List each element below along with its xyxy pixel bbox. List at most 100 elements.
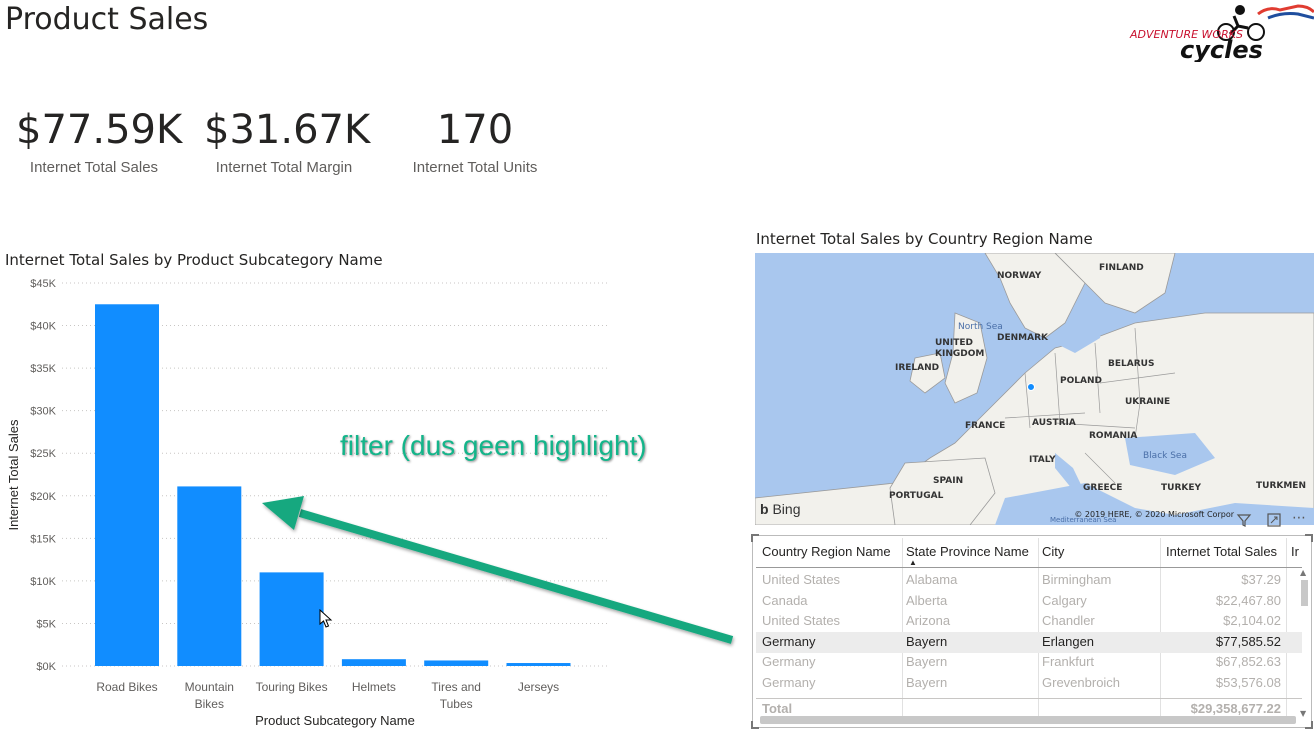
focus-mode-icon[interactable] <box>1266 512 1282 532</box>
table-cell-state: Bayern <box>906 654 948 670</box>
resize-handle[interactable] <box>1305 534 1313 542</box>
column-header-internet-total-sales[interactable]: Internet Total Sales <box>1166 544 1282 559</box>
more-options-icon[interactable]: ⋯ <box>1292 510 1306 526</box>
bar[interactable] <box>177 486 242 666</box>
y-tick-label: $5K <box>36 618 56 630</box>
scroll-down-icon[interactable]: ▼ <box>1300 709 1306 718</box>
table-cell-city: Calgary <box>1042 592 1087 608</box>
x-tick-label: Tubes <box>440 697 473 711</box>
table-cell-state: Bayern <box>906 633 948 649</box>
bar-chart[interactable]: $0K $5K $10K $15K $20K $25K $30K $35K $40K $45K Ro… <box>0 270 620 730</box>
table-horizontal-scrollbar[interactable] <box>760 716 1296 724</box>
total-sales: $29,358,677.22 <box>1190 701 1281 716</box>
sort-ascending-icon: ▲ <box>909 558 917 567</box>
table-row[interactable]: Canada Alberta Calgary $22,467.80 <box>756 591 1302 612</box>
map-label-norway: NORWAY <box>997 271 1042 281</box>
table-total-row: Total $29,358,677.22 <box>756 698 1302 718</box>
table-cell-sales: $22,467.80 <box>1215 592 1281 608</box>
map-visual[interactable]: NORWAY FINLAND DENMARK UNITED KINGDOM IR… <box>755 253 1314 525</box>
map-label-ukraine: UKRAINE <box>1125 397 1171 407</box>
x-tick-label: Bikes <box>195 697 224 711</box>
table-vertical-scrollbar[interactable]: ▲ ▼ <box>1300 568 1310 718</box>
table-cell-state: Bayern <box>906 675 948 690</box>
table-cell-sales: $67,852.63 <box>1215 654 1281 670</box>
map-label-poland: POLAND <box>1060 376 1102 386</box>
kpi-label: Internet Total Sales <box>29 159 159 176</box>
x-tick-label: Touring Bikes <box>256 680 328 694</box>
table-cell-city: Grevenbroich <box>1042 675 1121 690</box>
y-tick-label: $45K <box>30 278 56 290</box>
resize-handle[interactable] <box>1305 721 1313 729</box>
y-axis-title: Internet Total Sales <box>6 419 21 531</box>
map-label-belarus: BELARUS <box>1108 359 1155 369</box>
bing-label: Bing <box>772 501 801 517</box>
table-cell-sales: $2,104.02 <box>1223 613 1281 629</box>
total-label: Total <box>762 701 793 716</box>
scrollbar-thumb[interactable] <box>1301 580 1308 606</box>
y-tick-label: $20K <box>30 491 56 503</box>
table-row[interactable]: United States Alabama Birmingham $37.29 <box>756 570 1302 591</box>
table-row[interactable]: Germany Bayern Erlangen $77,585.52 <box>756 631 1302 653</box>
kpi-label: Internet Total Margin <box>215 159 353 176</box>
x-tick-label: Tires and <box>431 680 481 694</box>
logo-text-line2: cycles <box>1180 36 1263 62</box>
table-cell-country: United States <box>762 613 841 629</box>
bar[interactable] <box>424 660 489 666</box>
bar-chart-title: Internet Total Sales by Product Subcateg… <box>5 251 383 269</box>
kpi-value: $77.59K <box>16 107 183 153</box>
map-label-france: FRANCE <box>965 421 1006 431</box>
map-label-ireland: IRELAND <box>895 363 940 373</box>
map-label-black-sea: Black Sea <box>1143 451 1187 461</box>
bar[interactable] <box>95 304 159 666</box>
column-header-state[interactable]: State Province Name <box>906 544 1036 559</box>
table-cell-sales: $53,576.08 <box>1215 675 1281 690</box>
table-cell-city: Frankfurt <box>1042 654 1095 670</box>
table-visual[interactable]: Country Region Name State Province Name … <box>756 538 1302 718</box>
map-label-turkey: TURKEY <box>1161 483 1202 493</box>
visual-header-toolbar: ⋯ <box>1236 510 1314 532</box>
kpi-card-total-margin[interactable]: $31.67K Internet Total Margin <box>204 104 370 176</box>
adventure-works-logo: ADVENTURE WORKS cycles <box>1128 2 1314 64</box>
map-label-finland: FINLAND <box>1099 263 1144 273</box>
filter-icon[interactable] <box>1236 512 1252 532</box>
map-label-spain: SPAIN <box>933 476 964 486</box>
table-cell-sales: $37.29 <box>1241 572 1281 587</box>
map-label-romania: ROMANIA <box>1089 431 1138 441</box>
map-copyright: © 2019 HERE, © 2020 Microsoft Corpor <box>1074 510 1234 519</box>
column-header-country[interactable]: Country Region Name <box>762 544 900 559</box>
resize-handle[interactable] <box>751 721 759 729</box>
map-data-point[interactable] <box>1027 383 1035 391</box>
annotation-text: filter (dus geen highlight) <box>340 430 647 461</box>
table-cell-sales: $77,585.52 <box>1215 633 1281 649</box>
table-row[interactable]: United States Arizona Chandler $2,104.02 <box>756 611 1302 632</box>
bar[interactable] <box>341 659 406 666</box>
y-tick-label: $30K <box>30 406 56 418</box>
bar[interactable] <box>506 663 571 666</box>
y-tick-label: $15K <box>30 533 56 545</box>
map-land-shapes <box>755 253 1314 525</box>
x-tick-label: Road Bikes <box>96 680 157 694</box>
table-row[interactable]: Germany Bayern Frankfurt $67,852.63 <box>756 652 1302 673</box>
y-tick-label: $0K <box>36 661 56 673</box>
bing-logo: b Bing <box>760 501 800 517</box>
kpi-card-total-sales[interactable]: $77.59K Internet Total Sales <box>16 104 183 176</box>
kpi-label: Internet Total Units <box>412 159 538 176</box>
kpi-card-total-units[interactable]: 170 Internet Total Units <box>400 104 550 176</box>
map-label-greece: GREECE <box>1083 483 1123 493</box>
y-tick-label: $10K <box>30 576 56 588</box>
column-header-truncated[interactable]: Ir <box>1291 544 1302 559</box>
table-cell-state: Alberta <box>906 592 948 608</box>
map-label-united-kingdom: UNITED KINGDOM <box>935 338 985 359</box>
bar[interactable] <box>259 572 324 666</box>
column-header-city[interactable]: City <box>1042 544 1158 559</box>
table-cell-country: Canada <box>762 592 808 608</box>
scroll-up-icon[interactable]: ▲ <box>1300 568 1306 577</box>
y-tick-label: $25K <box>30 448 56 460</box>
table-row[interactable]: Germany Bayern Grevenbroich $53,576.08 <box>756 673 1302 694</box>
x-tick-label: Jerseys <box>518 680 559 694</box>
y-tick-label: $35K <box>30 363 56 375</box>
page-title: Product Sales <box>5 2 209 37</box>
table-header: Country Region Name State Province Name … <box>756 538 1302 568</box>
map-label-denmark: DENMARK <box>997 333 1048 343</box>
table-cell-city: Birmingham <box>1042 572 1112 587</box>
